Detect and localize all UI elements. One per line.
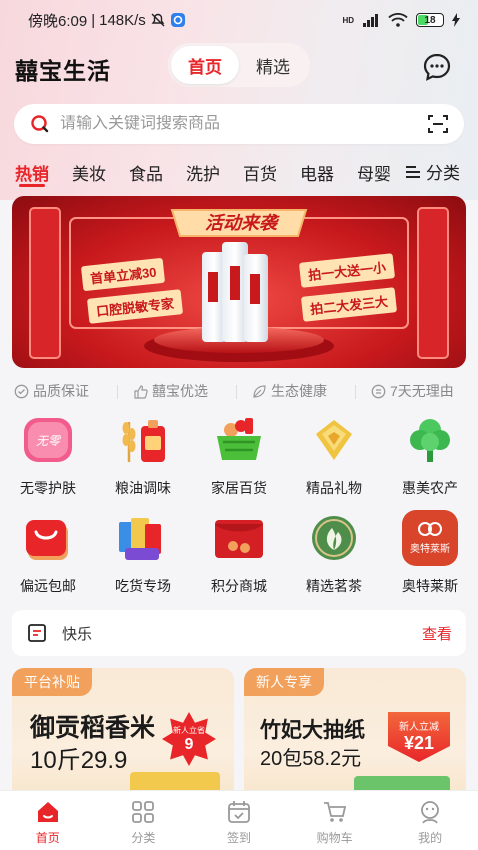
tab-featured[interactable]: 精选 — [239, 46, 307, 84]
status-bar: 傍晚6:09 | 148K/s HD 18 — [0, 0, 478, 40]
category-tab[interactable]: 母婴 — [357, 160, 391, 185]
red-envelope-icon — [215, 520, 263, 558]
tea-icon — [312, 516, 356, 560]
shopping-bag-icon — [26, 520, 68, 560]
grid-item-gifts[interactable]: 精品礼物 — [294, 412, 374, 498]
search-bar[interactable] — [14, 104, 464, 144]
skincare-icon: 无零 — [24, 418, 72, 462]
category-tab[interactable]: 洗护 — [186, 160, 220, 185]
signal-icon — [363, 14, 378, 27]
tab-bar-cart[interactable]: 购物车 — [287, 791, 383, 850]
check-circle-icon — [14, 384, 29, 398]
divider — [117, 385, 118, 399]
status-divider: | — [91, 11, 96, 29]
thumbs-up-icon — [134, 384, 148, 399]
category-more-button[interactable]: 分类 — [404, 159, 460, 184]
promo-badge: 新人立省 9 — [162, 712, 216, 766]
notice-bar[interactable]: 快乐 查看 — [12, 610, 466, 656]
announcement-icon — [28, 624, 46, 642]
mute-icon — [151, 13, 165, 27]
calendar-check-icon — [228, 801, 250, 823]
search-input[interactable] — [60, 115, 426, 133]
tab-bar-home[interactable]: 首页 — [0, 791, 96, 850]
svg-text:无零: 无零 — [36, 434, 62, 448]
category-tab[interactable]: 电器 — [300, 160, 334, 185]
category-tab[interactable]: 美妆 — [72, 160, 106, 185]
grid-item-points-mall[interactable]: 积分商城 — [199, 510, 279, 596]
feature-item: 囍宝优选 — [133, 381, 208, 401]
tree-icon — [410, 419, 450, 462]
grid-icon — [132, 801, 155, 823]
grid-item-skincare[interactable]: 无零 无零护肤 — [8, 412, 88, 498]
divider — [236, 385, 237, 399]
category-tab[interactable]: 百货 — [243, 160, 277, 185]
notice-view-link[interactable]: 查看 — [422, 623, 452, 644]
network-type: HD — [342, 15, 354, 25]
promo-tag: 新人专享 — [244, 668, 324, 696]
basket-icon — [217, 418, 261, 460]
tab-bar-category[interactable]: 分类 — [96, 791, 192, 850]
tab-home[interactable]: 首页 — [171, 46, 239, 84]
active-category-indicator — [19, 184, 45, 187]
category-strip: 热销 美妆 食品 洗护 百货 电器 母婴 分类 — [0, 156, 478, 190]
scan-icon[interactable] — [426, 112, 450, 136]
banner-headline: 活动来袭 — [205, 213, 277, 233]
grid-item-free-shipping[interactable]: 偏远包邮 — [8, 510, 88, 596]
search-icon — [31, 115, 49, 133]
grid-item-farm[interactable]: 惠美农产 — [390, 412, 470, 498]
charging-icon — [452, 13, 460, 27]
user-icon — [421, 801, 440, 824]
promo-banner[interactable]: 活动来袭 首单立减30 口腔脱敏专家 拍一大送一小 拍二大发三大 — [12, 196, 466, 368]
promo-title: 竹妃大抽纸 — [260, 719, 365, 742]
promo-price: 10斤29.9 — [30, 747, 128, 774]
grid-item-outlets[interactable]: 奥特莱斯 奥特莱斯 — [390, 510, 470, 596]
feature-item: 生态健康 — [252, 381, 327, 401]
grid-item-grain-oil[interactable]: 粮油调味 — [103, 412, 183, 498]
outlet-logo-icon — [418, 522, 442, 536]
header: 囍宝生活 首页 精选 — [0, 40, 478, 94]
grid-item-tea[interactable]: 精选茗茶 — [294, 510, 374, 596]
grain-oil-icon — [122, 420, 165, 462]
notice-text: 快乐 — [62, 625, 93, 643]
feature-row: 品质保证 囍宝优选 生态健康 7天无理由 — [0, 378, 478, 404]
gift-icon — [316, 420, 352, 460]
promo-card[interactable]: 新人专享 竹妃大抽纸 20包58.2元 新人立减 ¥21 — [244, 668, 466, 808]
home-icon — [37, 802, 58, 822]
snacks-icon — [119, 518, 161, 560]
top-tab-switcher: 首页 精选 — [168, 43, 310, 87]
category-tab[interactable]: 食品 — [129, 160, 163, 185]
tab-bar-checkin[interactable]: 签到 — [191, 791, 287, 850]
category-tab[interactable]: 热销 — [15, 160, 49, 185]
grid-item-household[interactable]: 家居百货 — [199, 412, 279, 498]
leaf-icon — [253, 384, 266, 398]
category-more-label: 分类 — [426, 164, 460, 183]
promo-card[interactable]: 平台补贴 御贡稻香米 10斤29.9 新人立省 9 — [12, 668, 234, 808]
promo-price: 20包58.2元 — [260, 748, 362, 770]
message-icon[interactable] — [422, 52, 452, 82]
feature-item: 品质保证 — [14, 381, 89, 401]
promo-tag: 平台补贴 — [12, 668, 92, 696]
promo-badge: 新人立减 ¥21 — [388, 712, 450, 762]
category-list-icon — [406, 165, 420, 178]
app-notification-icon — [170, 13, 185, 27]
divider — [355, 385, 356, 399]
bottom-tab-bar: 首页 分类 签到 购物车 我的 — [0, 790, 478, 850]
battery-icon: 18 — [416, 13, 444, 27]
return-icon — [371, 384, 386, 398]
tab-bar-profile[interactable]: 我的 — [382, 791, 478, 850]
grid-item-snacks[interactable]: 吃货专场 — [103, 510, 183, 596]
status-speed: 148K/s — [99, 11, 146, 29]
app-title: 囍宝生活 — [15, 58, 111, 84]
status-time: 傍晚6:09 — [28, 12, 88, 30]
outlet-icon: 奥特莱斯 — [402, 510, 458, 566]
wifi-icon — [388, 13, 408, 27]
feature-item: 7天无理由 — [371, 381, 454, 401]
cart-icon — [323, 802, 346, 822]
promo-title: 御贡稻香米 — [30, 714, 156, 742]
